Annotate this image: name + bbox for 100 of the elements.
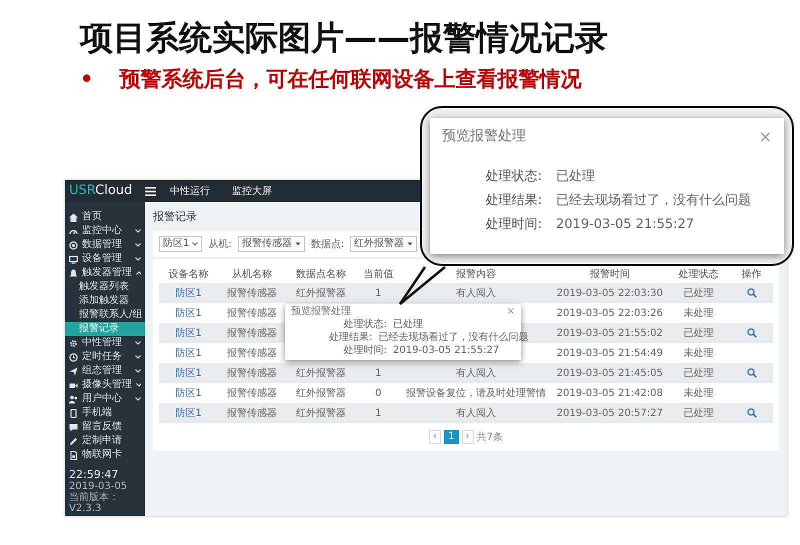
table-cell: 红外报警器 [296, 368, 346, 378]
table-cell: 2019-03-05 22:03:26 [556, 308, 663, 318]
column-header: 处理状态 [666, 265, 730, 283]
caret-icon [192, 242, 198, 246]
sidebar-item[interactable]: 首页 [65, 210, 145, 224]
table-cell: 已处理 [683, 408, 714, 418]
search-icon[interactable] [746, 328, 757, 338]
filter-label: 数据点: [310, 238, 344, 252]
page-title: 报警记录 [153, 210, 197, 224]
field-value: 已经去现场看过了，没有什么问题 [378, 331, 528, 344]
sidebar-subitem[interactable]: 触发器列表 [65, 280, 145, 294]
chevron-down-icon [135, 229, 141, 233]
filter-label: 从机: [208, 238, 232, 252]
card-icon [69, 450, 78, 460]
table-cell: 红外报警器 [296, 408, 346, 418]
column-header: 操作 [730, 265, 773, 283]
sidebar-item[interactable]: 监控中心 [65, 224, 145, 238]
sidebar-label: 摄像头管理 [82, 378, 132, 392]
clock-text: 22:59:47 [69, 468, 120, 481]
table-cell: 报警传感器 [226, 388, 277, 398]
device-link[interactable]: 防区1 [175, 388, 202, 398]
pencil-icon [69, 436, 78, 446]
sidebar-item[interactable]: 用户中心 [65, 392, 145, 406]
column-header: 数据点名称 [285, 265, 357, 283]
column-header: 设备名称 [159, 265, 218, 283]
sidebar-subitem[interactable]: 添加触发器 [65, 294, 145, 308]
select-field[interactable]: 红外报警器 [350, 236, 418, 252]
sidebar-label: 数据管理 [82, 238, 122, 252]
sidebar-item[interactable]: 留言反馈 [65, 420, 145, 434]
sidebar-label: 组态管理 [82, 364, 122, 378]
table-cell: 报警传感器 [226, 328, 277, 338]
sidebar-item[interactable]: 物联网卡 [65, 448, 145, 462]
field-label: 处理结果: [329, 331, 372, 344]
table-cell: 有人闯入 [456, 288, 496, 298]
device-link[interactable]: 防区1 [175, 308, 202, 318]
table-cell: 有人闯入 [456, 408, 496, 418]
sidebar-subitem[interactable]: 报警联系人/组 [65, 308, 145, 322]
column-header: 报警时间 [552, 265, 667, 283]
table-cell: 未处理 [683, 388, 714, 398]
sidebar-item[interactable]: 中性管理 [65, 336, 145, 350]
field-label: 处理结果: [484, 192, 542, 210]
search-icon[interactable] [746, 368, 757, 378]
circle-icon [69, 240, 78, 250]
chevron-down-icon [135, 341, 141, 345]
gear-icon [69, 338, 78, 348]
field-value: 已处理 [393, 318, 423, 331]
sidebar-item[interactable]: 设备管理 [65, 252, 145, 266]
sidebar-item[interactable]: 手机端 [65, 406, 145, 420]
sidebar-label: 定时任务 [82, 350, 122, 364]
paper-plane-icon [69, 366, 78, 376]
select-field[interactable]: 防区1 [159, 236, 202, 252]
sidebar-label: 定制申请 [82, 434, 122, 448]
sidebar-label: 监控中心 [82, 224, 122, 238]
menu-icon[interactable] [145, 186, 156, 196]
version-text: 当前版本：V2.3.3 [69, 492, 120, 514]
sidebar-item[interactable]: 触发器管理 [65, 266, 145, 280]
users-icon [69, 394, 78, 404]
search-icon[interactable] [746, 408, 757, 418]
sidebar-item[interactable]: 摄像头管理 [65, 378, 145, 392]
table-cell: 已处理 [683, 368, 714, 378]
total-count: 共7条 [476, 430, 503, 444]
modal-title: 预览报警处理 [442, 127, 526, 146]
sidebar-item[interactable]: 定制申请 [65, 434, 145, 448]
table-cell: 1 [375, 288, 382, 298]
table-cell: 报警传感器 [226, 288, 277, 298]
nav-link[interactable]: 监控大屏 [232, 184, 272, 198]
device-link[interactable]: 防区1 [175, 348, 202, 358]
home-icon [69, 212, 78, 222]
table-cell: 报警传感器 [226, 308, 277, 318]
sidebar-item[interactable]: 组态管理 [65, 364, 145, 378]
chevron-down-icon [136, 383, 141, 387]
field-value: 已处理 [556, 168, 595, 186]
column-header: 从机名称 [218, 265, 286, 283]
sidebar-item[interactable]: 定时任务 [65, 350, 145, 364]
field-value: 2019-03-05 21:55:27 [393, 344, 500, 357]
table-cell: 已处理 [683, 288, 714, 298]
chevron-down-icon [135, 243, 141, 247]
select-field[interactable]: 报警传感器 [238, 236, 305, 252]
table-cell: 报警传感器 [226, 368, 277, 378]
table-cell: 红外报警器 [296, 388, 346, 398]
sidebar-item[interactable]: 数据管理 [65, 238, 145, 252]
phone-icon [69, 408, 78, 418]
nav-link[interactable]: 中性运行 [170, 184, 210, 198]
chevron-down-icon [135, 257, 141, 261]
table-cell: 2019-03-05 21:45:05 [556, 368, 663, 378]
table-cell: 已处理 [683, 328, 714, 338]
table-cell: 1 [375, 408, 382, 418]
sidebar-label: 触发器管理 [82, 266, 132, 280]
prev-page-button[interactable]: ‹ [429, 430, 442, 444]
caret-icon [294, 242, 301, 246]
next-page-button[interactable]: › [462, 430, 474, 444]
search-icon[interactable] [746, 288, 757, 298]
table-cell: 未处理 [683, 308, 714, 318]
table-cell: 红外报警器 [296, 288, 346, 298]
slide-subtitle: 预警系统后台，可在任何联网设备上查看报警情况 [119, 66, 582, 92]
chevron-down-icon [135, 369, 141, 373]
field-value: 2019-03-05 21:55:27 [556, 216, 694, 234]
table-cell: 0 [375, 388, 382, 398]
bell-icon [69, 268, 78, 278]
sidebar-label: 中性管理 [82, 336, 122, 350]
